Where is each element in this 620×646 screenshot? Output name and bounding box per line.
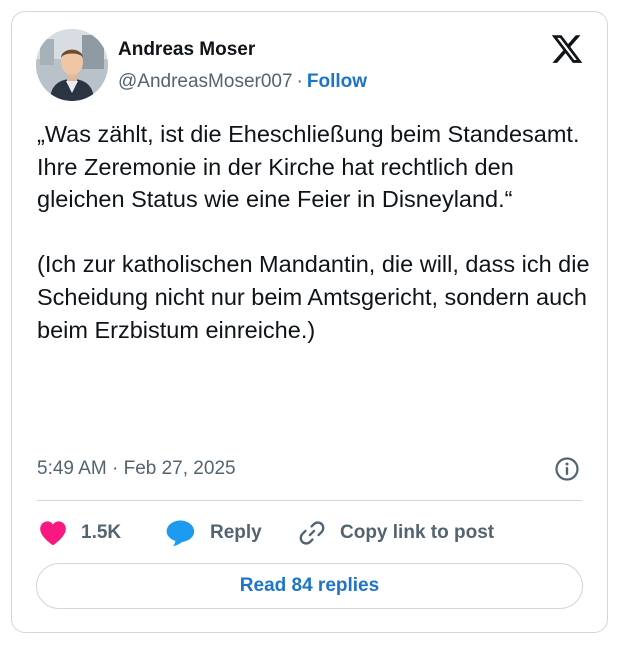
- author-meta: @AndreasMoser007 · Follow: [118, 71, 367, 93]
- x-logo-icon[interactable]: [550, 32, 584, 66]
- author-name[interactable]: Andreas Moser: [118, 39, 255, 61]
- copy-link-label: Copy link to post: [340, 522, 495, 543]
- avatar[interactable]: [36, 29, 108, 101]
- read-replies-button[interactable]: Read 84 replies: [36, 563, 583, 609]
- like-button[interactable]: 1.5K: [39, 516, 121, 550]
- tweet-text: „Was zählt, ist die Eheschließung beim S…: [37, 121, 590, 343]
- like-count: 1.5K: [81, 522, 122, 543]
- meta-separator: ·: [296, 71, 303, 92]
- speech-bubble-icon: [166, 519, 196, 547]
- avatar-photo: [36, 29, 108, 101]
- author-handle[interactable]: @AndreasMoser007: [118, 71, 293, 92]
- tweet-timestamp[interactable]: 5:49 AM · Feb 27, 2025: [37, 457, 236, 481]
- heart-icon: [39, 520, 67, 546]
- follow-button[interactable]: Follow: [307, 71, 367, 92]
- divider: [37, 500, 582, 501]
- reply-button[interactable]: Reply: [166, 516, 262, 550]
- copy-link-button[interactable]: Copy link to post: [298, 516, 494, 550]
- reply-label: Reply: [210, 522, 262, 543]
- info-icon[interactable]: [554, 456, 580, 482]
- tweet-card: Andreas Moser @AndreasMoser007 · Follow „W…: [11, 11, 608, 633]
- link-icon: [298, 519, 326, 547]
